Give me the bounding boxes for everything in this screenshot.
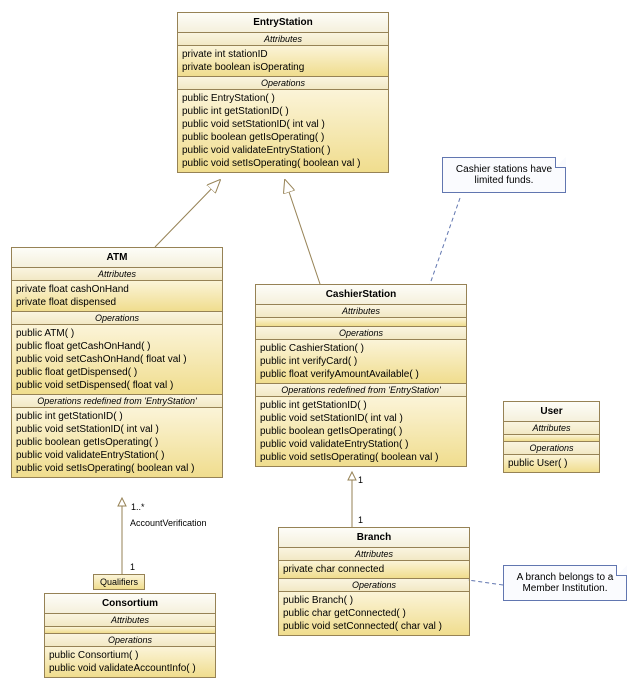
multiplicity: 1 — [130, 562, 135, 572]
operations-header: Operations — [45, 634, 215, 647]
attributes-header: Attributes — [279, 548, 469, 561]
attributes-body: private int stationID private boolean is… — [178, 46, 388, 77]
generalization-arrow — [285, 180, 320, 284]
generalization-arrow — [155, 180, 220, 247]
note-anchor — [430, 198, 460, 284]
class-branch[interactable]: Branch Attributes private char connected… — [278, 527, 470, 636]
class-title: Branch — [279, 528, 469, 548]
operations-body: public EntryStation( ) public int getSta… — [178, 90, 388, 172]
attributes-header: Attributes — [45, 614, 215, 627]
redefined-header: Operations redefined from 'EntryStation' — [12, 395, 222, 408]
redefined-body: public int getStationID( ) public void s… — [12, 408, 222, 477]
operations-header: Operations — [504, 442, 599, 455]
multiplicity: 1 — [358, 475, 363, 485]
operations-body: public Consortium( ) public void validat… — [45, 647, 215, 677]
class-atm[interactable]: ATM Attributes private float cashOnHand … — [11, 247, 223, 478]
operations-header: Operations — [178, 77, 388, 90]
class-title: Consortium — [45, 594, 215, 614]
attributes-body — [256, 318, 466, 327]
class-title: EntryStation — [178, 13, 388, 33]
class-title: CashierStation — [256, 285, 466, 305]
class-cashierstation[interactable]: CashierStation Attributes Operations pub… — [255, 284, 467, 467]
redefined-header: Operations redefined from 'EntryStation' — [256, 384, 466, 397]
attributes-header: Attributes — [504, 422, 599, 435]
assoc-name: AccountVerification — [130, 518, 207, 528]
attributes-header: Attributes — [12, 268, 222, 281]
attributes-body: private char connected — [279, 561, 469, 579]
attributes-body — [504, 435, 599, 442]
note-branch-member: A branch belongs to a Member Institution… — [503, 565, 627, 601]
qualifier-box: Qualifiers — [93, 574, 145, 590]
class-title: User — [504, 402, 599, 422]
operations-header: Operations — [12, 312, 222, 325]
operations-body: public CashierStation( ) public int veri… — [256, 340, 466, 384]
attributes-header: Attributes — [256, 305, 466, 318]
attributes-body: private float cashOnHand private float d… — [12, 281, 222, 312]
multiplicity: 1..* — [131, 502, 145, 512]
operations-body: public User( ) — [504, 455, 599, 472]
nav-diamond — [348, 472, 356, 480]
class-entrystation[interactable]: EntryStation Attributes private int stat… — [177, 12, 389, 173]
operations-header: Operations — [279, 579, 469, 592]
operations-body: public Branch( ) public char getConnecte… — [279, 592, 469, 635]
redefined-body: public int getStationID( ) public void s… — [256, 397, 466, 466]
class-title: ATM — [12, 248, 222, 268]
operations-body: public ATM( ) public float getCashOnHand… — [12, 325, 222, 395]
multiplicity: 1 — [358, 515, 363, 525]
attributes-header: Attributes — [178, 33, 388, 46]
operations-header: Operations — [256, 327, 466, 340]
nav-diamond — [118, 498, 126, 506]
attributes-body — [45, 627, 215, 634]
class-consortium[interactable]: Consortium Attributes Operations public … — [44, 593, 216, 678]
note-cashier-funds: Cashier stations have limited funds. — [442, 157, 566, 193]
class-user[interactable]: User Attributes Operations public User( … — [503, 401, 600, 473]
note-anchor — [468, 580, 503, 585]
